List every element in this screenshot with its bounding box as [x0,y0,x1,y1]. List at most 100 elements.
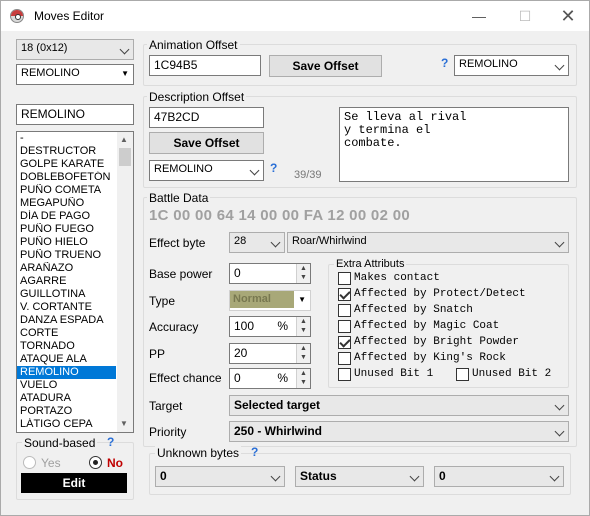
list-item[interactable]: DOBLEBOFETÓN [17,171,116,184]
list-item[interactable]: PUÑO TRUENO [17,249,116,262]
minimize-button[interactable]: — [457,1,501,31]
spinner-icon[interactable]: ▲ ▼ [296,264,310,283]
list-item[interactable]: ATADURA [17,392,116,405]
effect-byte-select[interactable]: 28 [229,232,285,253]
accuracy-label: Accuracy [149,320,199,334]
description-move-select[interactable]: REMOLINO [149,160,264,181]
list-item[interactable]: PUÑO FUEGO [17,223,116,236]
list-item[interactable]: DESTRUCTOR [17,145,116,158]
bright-powder-label: Affected by Bright Powder [354,336,520,348]
unused-bit-2-checkbox[interactable] [456,368,469,381]
list-item[interactable]: DANZA ESPADA [17,314,116,327]
description-help-icon[interactable]: ? [270,161,277,175]
list-item[interactable]: - [17,132,116,145]
protect-detect-checkbox[interactable] [338,288,351,301]
list-item[interactable]: TORNADO [17,340,116,353]
description-offset-label: Description Offset [147,90,247,104]
list-item[interactable]: AGARRE [17,275,116,288]
description-save-offset-button[interactable]: Save Offset [149,132,264,154]
type-value: Normal [230,291,294,308]
target-label: Target [149,399,183,413]
list-item[interactable]: VUELO [17,379,116,392]
unused-bit-2-label: Unused Bit 2 [472,368,552,380]
list-item[interactable]: V. CORTANTE [17,301,116,314]
list-item[interactable]: CORTE [17,327,116,340]
chevron-down-icon [272,239,280,247]
list-item[interactable]: DÍA DE PAGO [17,210,116,223]
effect-name-value: Roar/Whirlwind [292,235,367,247]
description-text-area[interactable]: Se lleva al rival y termina el combate. [339,107,569,182]
description-move-value: REMOLINO [154,163,213,175]
accuracy-input[interactable]: 100 % ▲ ▼ [229,316,311,337]
scroll-up-icon[interactable]: ▲ [120,135,128,144]
move-name-select[interactable]: REMOLINO ▼ [16,64,134,85]
list-item[interactable]: PORTAZO [17,405,116,418]
effect-chance-input[interactable]: 0 % ▲ ▼ [229,368,311,389]
list-item[interactable]: LÁTIGO CEPA [17,418,116,431]
list-item[interactable]: ATAQUE ALA [17,353,116,366]
animation-save-offset-button[interactable]: Save Offset [269,55,382,77]
move-index-select[interactable]: 18 (0x12) [16,39,134,60]
bright-powder-checkbox[interactable] [338,336,351,349]
moves-list[interactable]: - DESTRUCTOR GOLPE KARATE DOBLEBOFETÓN PUÑO … [16,131,134,433]
list-item[interactable]: PUÑO COMETA [17,184,116,197]
unknown-bytes-label: Unknown bytes [155,446,242,460]
makes-contact-checkbox[interactable] [338,272,351,285]
base-power-input[interactable]: 0 ▲ ▼ [229,263,311,284]
pp-input[interactable]: 20 ▲ ▼ [229,343,311,364]
list-item[interactable]: ARAÑAZO [17,262,116,275]
effect-byte-value: 28 [234,235,247,247]
snatch-label: Affected by Snatch [354,304,473,316]
sound-yes-label: Yes [41,456,61,470]
effect-chance-label: Effect chance [149,371,222,385]
target-select[interactable]: Selected target [229,395,569,416]
spinner-icon[interactable]: ▲ ▼ [296,344,310,363]
edit-button[interactable]: Edit [21,473,127,493]
window-title: Moves Editor [34,9,105,23]
spinner-icon[interactable]: ▲ ▼ [296,369,310,388]
priority-value: 250 - Whirlwind [234,424,323,438]
sound-no-label: No [107,456,123,470]
priority-select[interactable]: 250 - Whirlwind [229,421,569,442]
animation-help-icon[interactable]: ? [441,56,448,70]
animation-offset-input[interactable]: 1C94B5 [149,55,261,76]
snatch-checkbox[interactable] [338,304,351,317]
unknown-byte-3-select[interactable]: 0 [434,466,564,487]
sound-no-radio[interactable] [89,456,102,469]
sound-yes-radio[interactable] [23,456,36,469]
chevron-down-icon [551,473,559,481]
kings-rock-checkbox[interactable] [338,352,351,365]
unknown-byte-1-select[interactable]: 0 [155,466,285,487]
list-item[interactable]: MEGAPUÑO [17,197,116,210]
list-item[interactable]: REMOLINO [17,366,116,379]
spinner-icon[interactable]: ▲ ▼ [296,317,310,336]
magic-coat-checkbox[interactable] [338,320,351,333]
accuracy-value: 100 [234,319,255,333]
chevron-down-icon [411,473,419,481]
chevron-down-icon [556,62,564,70]
type-select[interactable]: Normal ▼ [229,290,311,311]
sound-help-icon[interactable]: ? [107,435,114,449]
list-item[interactable]: GUILLOTINA [17,288,116,301]
effect-chance-percent: % [277,371,288,385]
close-button[interactable]: ✕ [546,1,590,31]
unknown-bytes-help-icon[interactable]: ? [251,445,258,459]
moves-list-scrollbar[interactable]: ▲ ▼ [117,132,133,432]
move-search-input[interactable]: REMOLINO [16,104,134,125]
maximize-button[interactable]: ☐ [503,1,547,31]
animation-move-value: REMOLINO [459,58,518,70]
scroll-thumb[interactable] [119,148,131,166]
list-item[interactable]: PUÑO HIELO [17,236,116,249]
effect-chance-value: 0 [234,371,241,385]
description-char-counter: 39/39 [294,169,322,181]
chevron-down-icon [121,46,129,54]
animation-move-select[interactable]: REMOLINO [454,55,569,76]
description-offset-input[interactable]: 47B2CD [149,107,264,128]
list-item[interactable]: GOLPE KARATE [17,158,116,171]
effect-name-select[interactable]: Roar/Whirlwind [287,232,569,253]
scroll-down-icon[interactable]: ▼ [120,419,128,428]
unknown-byte-2-select[interactable]: Status [295,466,424,487]
unused-bit-1-checkbox[interactable] [338,368,351,381]
battle-data-label: Battle Data [147,191,211,205]
moves-list-items: - DESTRUCTOR GOLPE KARATE DOBLEBOFETÓN PUÑO … [17,132,133,431]
